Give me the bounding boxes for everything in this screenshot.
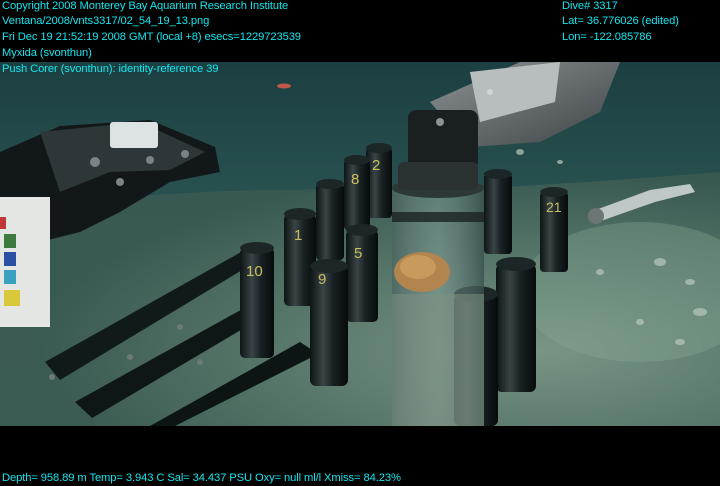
tube-label: 10 — [246, 263, 263, 280]
push-core-tube — [316, 179, 344, 260]
underwater-scene: 2 8 21 1 5 10 9 — [0, 62, 720, 426]
tube-label: 5 — [354, 245, 362, 262]
annotation-text: Push Corer (svonthun): identity-referenc… — [2, 63, 219, 75]
tube-label: 2 — [372, 157, 380, 174]
longitude-text: Lon= -122.085786 — [562, 31, 652, 43]
tube-label: 8 — [351, 171, 359, 188]
push-core-tube: 10 — [240, 242, 274, 358]
tube-label: 21 — [546, 199, 562, 215]
copyright-text: Copyright 2008 Monterey Bay Aquarium Res… — [2, 0, 289, 12]
push-core-tube: 9 — [310, 259, 348, 386]
observer-text: Myxida (svonthun) — [2, 47, 92, 59]
push-core-tube: 21 — [540, 187, 568, 272]
datetime-text: Fri Dec 19 21:52:19 2008 GMT (local +8) … — [2, 31, 301, 43]
small-red-organism — [277, 83, 291, 89]
tube-label: 9 — [318, 271, 326, 288]
color-calibration-chart — [0, 197, 50, 327]
latitude-text: Lat= 36.776026 (edited) — [562, 15, 679, 27]
push-core-tube — [496, 257, 536, 392]
push-core-tube: 8 — [344, 155, 370, 230]
tube-label: 1 — [294, 227, 302, 244]
push-core-tube: 5 — [346, 224, 378, 322]
file-path-text: Ventana/2008/vnts3317/02_54_19_13.png — [2, 15, 210, 27]
dive-number-text: Dive# 3317 — [562, 0, 618, 12]
clear-core-tube — [392, 178, 484, 426]
push-core-tube — [484, 169, 512, 254]
telemetry-text: Depth= 958.89 m Temp= 3.943 C Sal= 34.43… — [2, 472, 401, 484]
scene-illustration: 2 8 21 1 5 10 9 — [0, 62, 720, 426]
